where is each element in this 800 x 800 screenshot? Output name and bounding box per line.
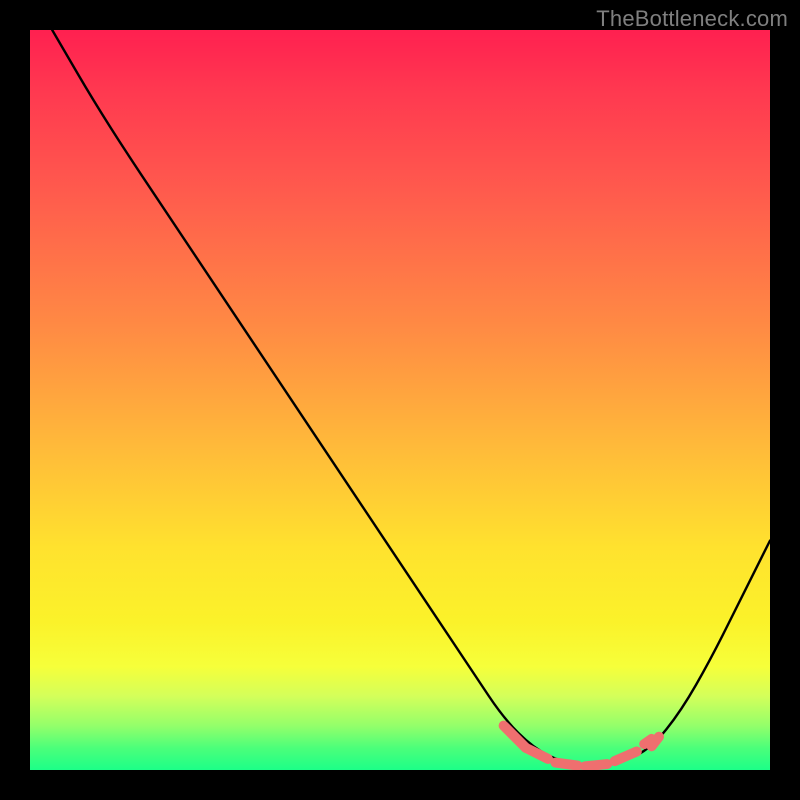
highlight-segment [555,763,577,766]
highlight-segment [652,737,659,747]
highlight-segments [504,726,659,767]
highlight-segment [615,752,637,762]
highlight-segment [585,764,607,766]
bottleneck-curve [52,30,770,765]
plot-area [30,30,770,770]
chart-stage: TheBottleneck.com [0,0,800,800]
chart-svg [30,30,770,770]
watermark-text: TheBottleneck.com [596,6,788,32]
highlight-segment [526,748,548,759]
